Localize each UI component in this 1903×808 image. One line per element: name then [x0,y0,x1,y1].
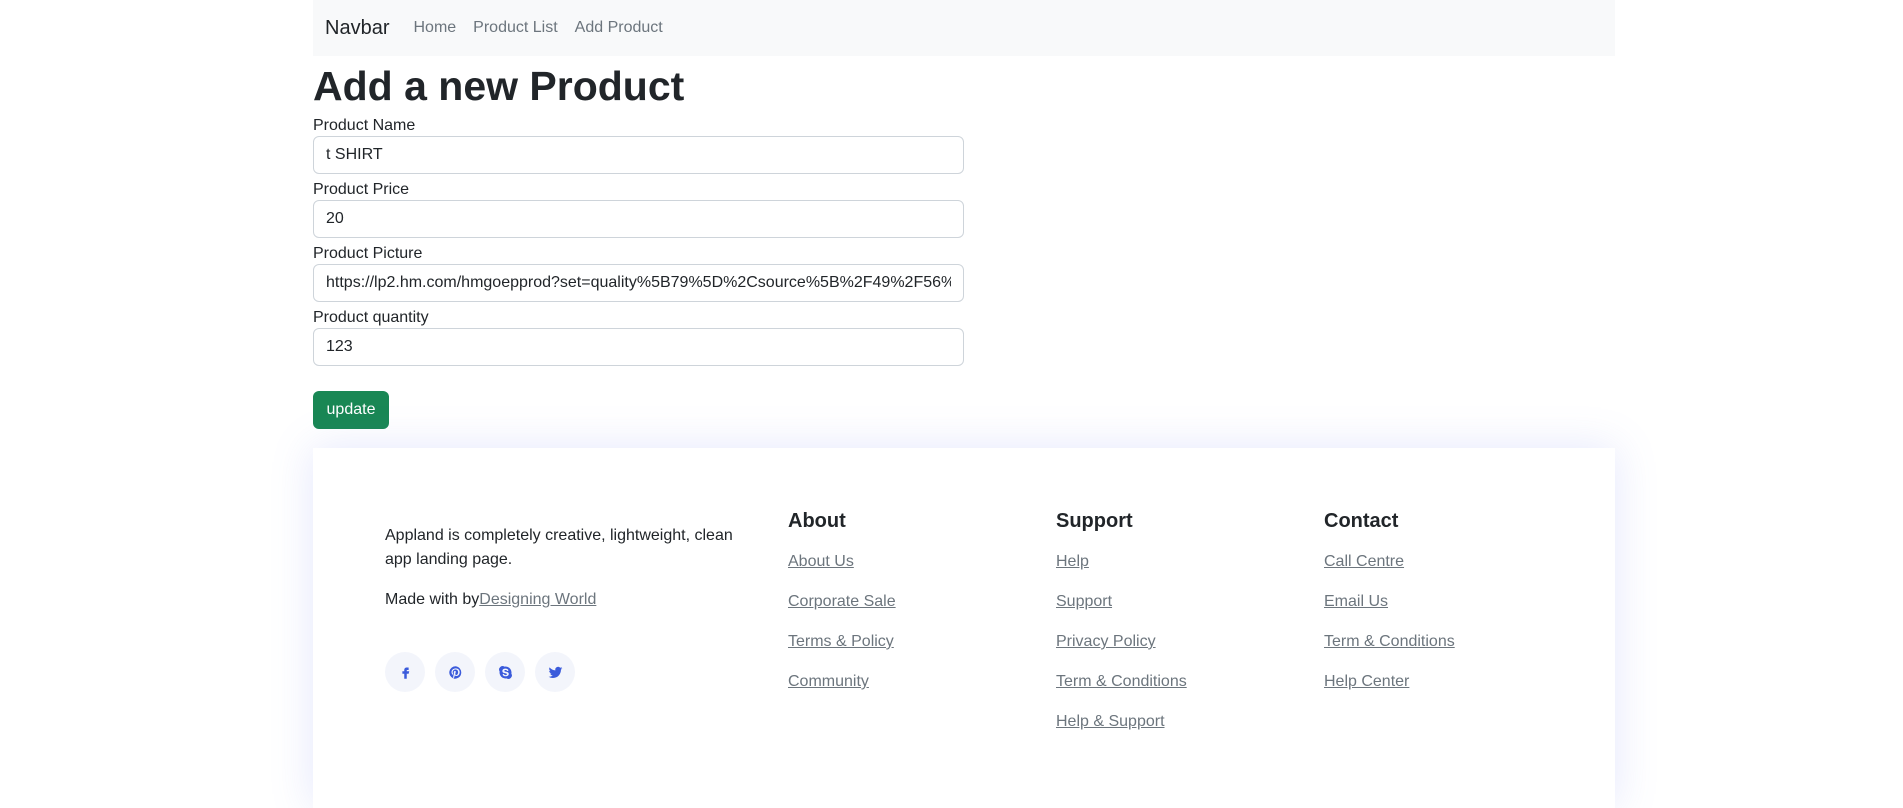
contact-heading: Contact [1324,510,1399,532]
term-conditions-link[interactable]: Term & Conditions [1056,671,1276,692]
navbar: Navbar Home Product List Add Product [313,0,1615,56]
product-quantity-input[interactable] [313,328,964,366]
help-center-link[interactable]: Help Center [1324,671,1544,692]
about-heading: About [788,510,846,532]
product-price-label: Product Price [313,181,410,198]
corporate-sale-link[interactable]: Corporate Sale [788,591,1008,612]
privacy-policy-link[interactable]: Privacy Policy [1056,631,1276,652]
footer-about-col: Appland is completely creative, lightwei… [385,524,745,692]
product-name-input[interactable] [313,136,964,174]
twitter-icon[interactable] [535,652,575,692]
support-heading: Support [1056,510,1133,532]
facebook-icon[interactable] [385,652,425,692]
product-picture-label: Product Picture [313,245,423,262]
nav-link-product-list[interactable]: Product List [473,19,557,37]
made-with-prefix: Made with by [385,591,480,608]
support-link[interactable]: Support [1056,591,1276,612]
social-icons [385,652,745,692]
nav-link-home[interactable]: Home [413,19,456,37]
help-link[interactable]: Help [1056,551,1276,572]
nav-link-add-product[interactable]: Add Product [575,19,663,37]
terms-policy-link[interactable]: Terms & Policy [788,631,1008,652]
product-price-group: Product Price [313,180,964,238]
page-container: Navbar Home Product List Add Product Add… [313,0,1615,429]
update-button[interactable]: update [313,391,389,429]
email-us-link[interactable]: Email Us [1324,591,1544,612]
footer-contact-col: Contact Call Centre Email Us Term & Cond… [1324,510,1544,711]
product-picture-group: Product Picture [313,244,964,302]
call-centre-link[interactable]: Call Centre [1324,551,1544,572]
product-quantity-label: Product quantity [313,309,429,326]
contact-term-conditions-link[interactable]: Term & Conditions [1324,631,1544,652]
page-title: Add a new Product [313,63,685,109]
footer-about-links-col: About About Us Corporate Sale Terms & Po… [788,510,1008,711]
product-name-label: Product Name [313,117,416,134]
help-support-link[interactable]: Help & Support [1056,711,1276,732]
skype-icon[interactable] [485,652,525,692]
community-link[interactable]: Community [788,671,1008,692]
add-product-form: Product Name Product Price Product Pictu… [313,116,964,429]
navbar-brand[interactable]: Navbar [325,17,389,40]
product-name-group: Product Name [313,116,964,174]
footer-about-text: Appland is completely creative, lightwei… [385,527,733,568]
footer-support-col: Support Help Support Privacy Policy Term… [1056,510,1276,751]
product-picture-input[interactable] [313,264,964,302]
product-price-input[interactable] [313,200,964,238]
about-us-link[interactable]: About Us [788,551,1008,572]
made-with-line: Made with byDesigning World [385,588,745,612]
designing-world-link[interactable]: Designing World [479,591,596,608]
product-quantity-group: Product quantity [313,308,964,366]
footer: Appland is completely creative, lightwei… [313,448,1615,808]
pinterest-icon[interactable] [435,652,475,692]
